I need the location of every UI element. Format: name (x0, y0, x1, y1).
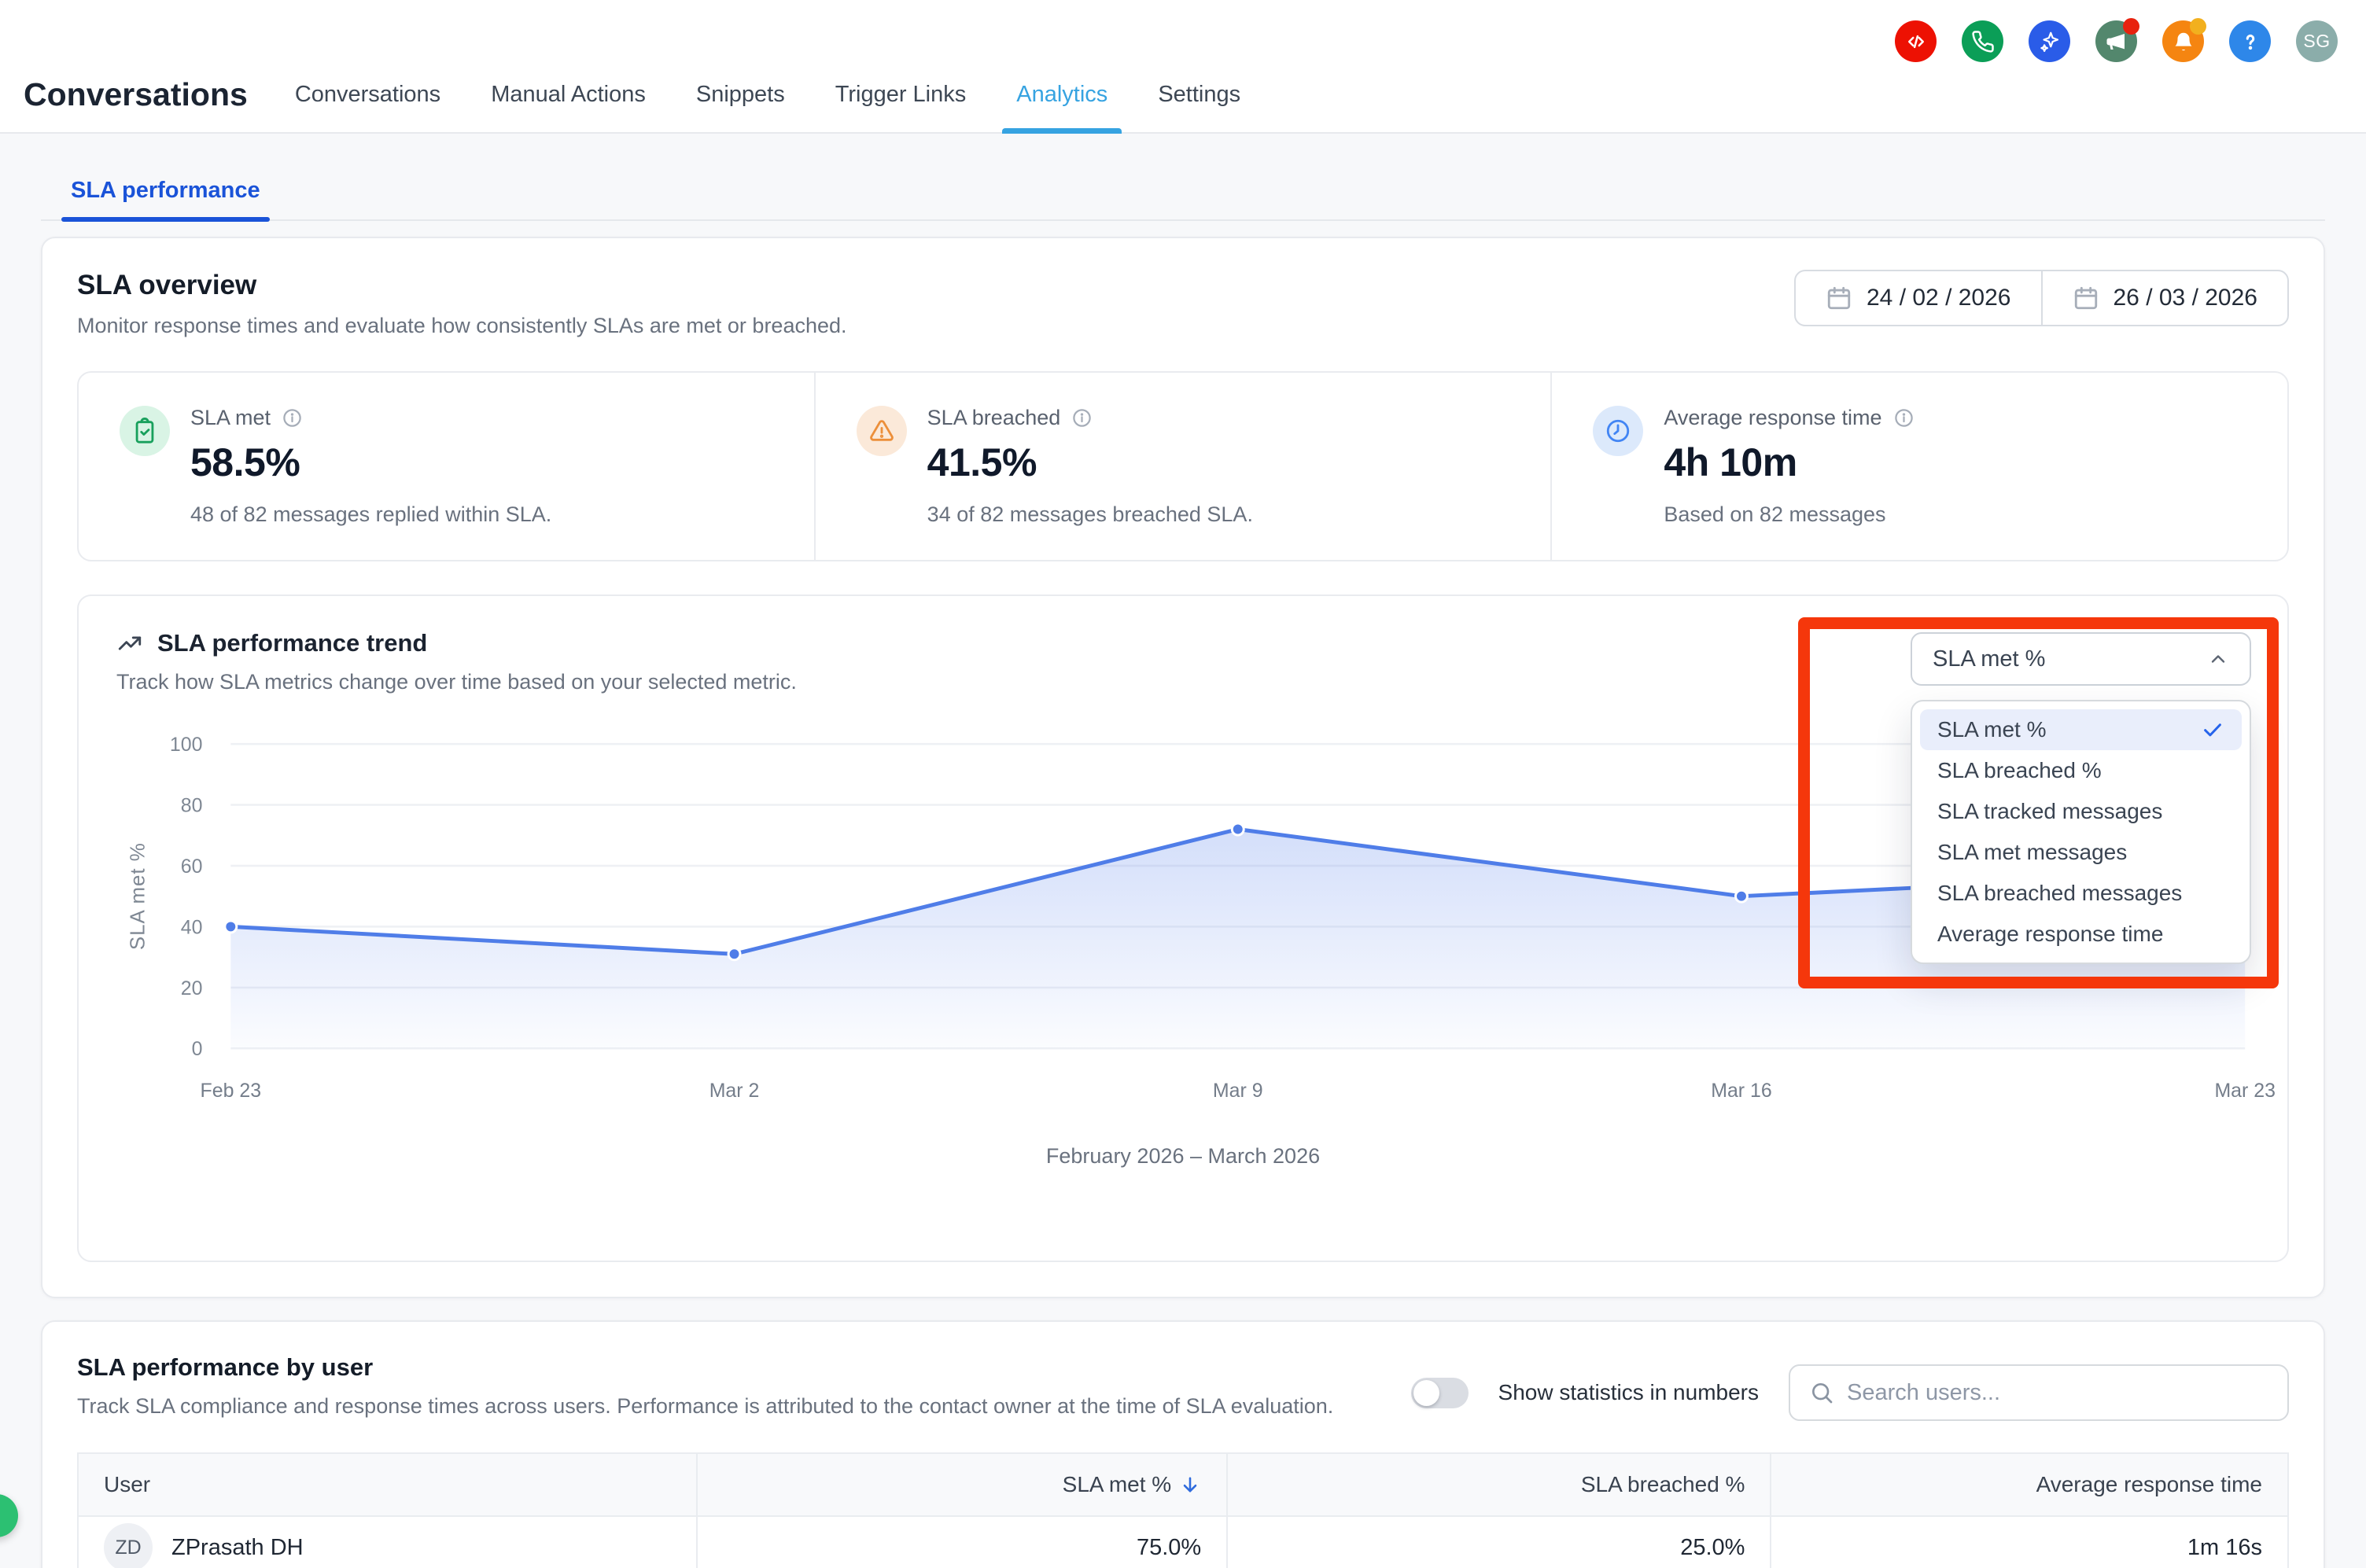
stat-label: SLA breached (927, 406, 1061, 430)
help-icon[interactable] (2229, 20, 2271, 62)
stat-caption: Based on 82 messages (1664, 502, 1914, 527)
notifications-bell-icon[interactable] (2162, 20, 2204, 62)
column-header-sla-met[interactable]: SLA met % (697, 1453, 1227, 1516)
phone-icon[interactable] (1962, 20, 2003, 62)
date-range-picker: 24 / 02 / 2026 26 / 03 / 2026 (1794, 270, 2289, 326)
stat-sla-breached: SLA breached 41.5% 34 of 82 messages bre… (814, 373, 1551, 560)
user-avatar[interactable]: SG (2296, 20, 2338, 62)
menu-item-sla-breached-pct[interactable]: SLA breached % (1920, 750, 2242, 791)
search-icon (1809, 1380, 1834, 1405)
menu-item-sla-met-messages[interactable]: SLA met messages (1920, 832, 2242, 873)
clock-icon (1593, 406, 1643, 456)
global-icon-row: SG (1895, 20, 2338, 62)
sla-by-user-card: SLA performance by user Track SLA compli… (41, 1320, 2325, 1568)
date-from-field[interactable]: 24 / 02 / 2026 (1796, 271, 2041, 325)
search-users-input[interactable] (1847, 1380, 2268, 1406)
sla-overview-title: SLA overview (77, 270, 847, 301)
stat-label: Average response time (1664, 406, 1881, 430)
sla-trend-panel: SLA performance trend Track how SLA metr… (77, 594, 2289, 1262)
metric-dropdown-value: SLA met % (1933, 646, 2045, 672)
menu-item-average-response-time[interactable]: Average response time (1920, 914, 2242, 955)
tab-snippets[interactable]: Snippets (693, 57, 788, 132)
tab-analytics[interactable]: Analytics (1013, 57, 1111, 132)
menu-item-sla-breached-messages[interactable]: SLA breached messages (1920, 873, 2242, 914)
date-to-value: 26 / 03 / 2026 (2114, 285, 2258, 311)
content-area: SLA performance SLA overview Monitor res… (0, 178, 2366, 1568)
trend-title: SLA performance trend (157, 629, 427, 657)
svg-text:Mar 9: Mar 9 (1213, 1080, 1263, 1102)
stat-sla-met: SLA met 58.5% 48 of 82 messages replied … (79, 373, 814, 560)
stat-value: 4h 10m (1664, 440, 1914, 485)
chevron-up-icon (2207, 648, 2229, 670)
subtab-bar: SLA performance (41, 178, 2325, 221)
svg-text:20: 20 (181, 977, 203, 999)
stat-label: SLA met (190, 406, 271, 430)
metric-dropdown-menu: SLA met % SLA breached % SLA tracked mes… (1911, 700, 2251, 964)
column-header-sla-breached[interactable]: SLA breached % (1227, 1453, 1771, 1516)
bell-badge (2190, 18, 2206, 35)
svg-text:Mar 23: Mar 23 (2214, 1080, 2275, 1102)
avg-response-time-value: 1m 16s (1771, 1516, 2288, 1568)
svg-text:60: 60 (181, 856, 203, 878)
toggle-knob (1413, 1380, 1439, 1406)
trending-up-icon (116, 630, 143, 657)
chart-caption: February 2026 – March 2026 (79, 1144, 2287, 1169)
subtab-sla-performance[interactable]: SLA performance (61, 178, 270, 219)
menu-item-sla-met-pct[interactable]: SLA met % (1920, 709, 2242, 750)
calendar-icon (2073, 285, 2099, 311)
by-user-subtitle: Track SLA compliance and response times … (77, 1394, 1333, 1419)
stat-caption: 48 of 82 messages replied within SLA. (190, 502, 551, 527)
svg-text:80: 80 (181, 795, 203, 817)
sla-overview-card: SLA overview Monitor response times and … (41, 237, 2325, 1298)
tab-settings[interactable]: Settings (1155, 57, 1244, 132)
sla-met-value: 75.0% (697, 1516, 1227, 1568)
date-to-field[interactable]: 26 / 03 / 2026 (2041, 271, 2288, 325)
user-name: ZPrasath DH (171, 1535, 304, 1561)
sort-desc-arrow-icon (1179, 1474, 1201, 1496)
svg-text:Mar 16: Mar 16 (1711, 1080, 1771, 1102)
sla-stats-strip: SLA met 58.5% 48 of 82 messages replied … (77, 371, 2289, 561)
ai-sparkles-icon[interactable] (2029, 20, 2070, 62)
stat-avg-response-time: Average response time 4h 10m Based on 82… (1550, 373, 2287, 560)
svg-text:0: 0 (192, 1038, 203, 1060)
clipboard-check-icon (120, 406, 170, 456)
info-icon[interactable] (1071, 407, 1093, 429)
column-header-avg-response-time[interactable]: Average response time (1771, 1453, 2288, 1516)
sla-user-table: User SLA met % SLA breached % Average re… (77, 1452, 2289, 1568)
tab-conversations[interactable]: Conversations (292, 57, 444, 132)
info-icon[interactable] (1893, 407, 1915, 429)
svg-text:100: 100 (170, 734, 203, 756)
page-title: Conversations (24, 76, 248, 113)
svg-text:SLA met %: SLA met % (127, 842, 149, 950)
main-nav: Conversations Manual Actions Snippets Tr… (292, 57, 1244, 132)
megaphone-badge (2123, 18, 2139, 35)
announcements-megaphone-icon[interactable] (2095, 20, 2137, 62)
toggle-label: Show statistics in numbers (1498, 1380, 1759, 1405)
by-user-title: SLA performance by user (77, 1353, 1333, 1382)
tab-manual-actions[interactable]: Manual Actions (488, 57, 649, 132)
table-row: ZD ZPrasath DH 75.0% 25.0% 1m 16s (78, 1516, 2288, 1568)
date-from-value: 24 / 02 / 2026 (1867, 285, 2011, 311)
metric-dropdown-trigger[interactable]: SLA met % (1911, 632, 2251, 686)
column-header-user[interactable]: User (78, 1453, 697, 1516)
svg-text:Feb 23: Feb 23 (201, 1080, 261, 1102)
check-icon (2201, 718, 2224, 742)
svg-text:40: 40 (181, 916, 203, 938)
info-icon[interactable] (282, 407, 303, 429)
warning-triangle-icon (857, 406, 907, 456)
stat-value: 41.5% (927, 440, 1253, 485)
menu-item-sla-tracked-messages[interactable]: SLA tracked messages (1920, 791, 2242, 832)
show-statistics-toggle[interactable] (1411, 1378, 1469, 1408)
sla-overview-subtitle: Monitor response times and evaluate how … (77, 314, 847, 338)
top-bar: SG Conversations Conversations Manual Ac… (0, 0, 2366, 134)
svg-text:Mar 2: Mar 2 (709, 1080, 760, 1102)
sla-breached-value: 25.0% (1227, 1516, 1771, 1568)
tab-trigger-links[interactable]: Trigger Links (832, 57, 970, 132)
avatar: ZD (104, 1523, 153, 1568)
developer-code-icon[interactable] (1895, 20, 1937, 62)
calendar-icon (1826, 285, 1852, 311)
user-search (1789, 1364, 2289, 1421)
stat-caption: 34 of 82 messages breached SLA. (927, 502, 1253, 527)
stat-value: 58.5% (190, 440, 551, 485)
